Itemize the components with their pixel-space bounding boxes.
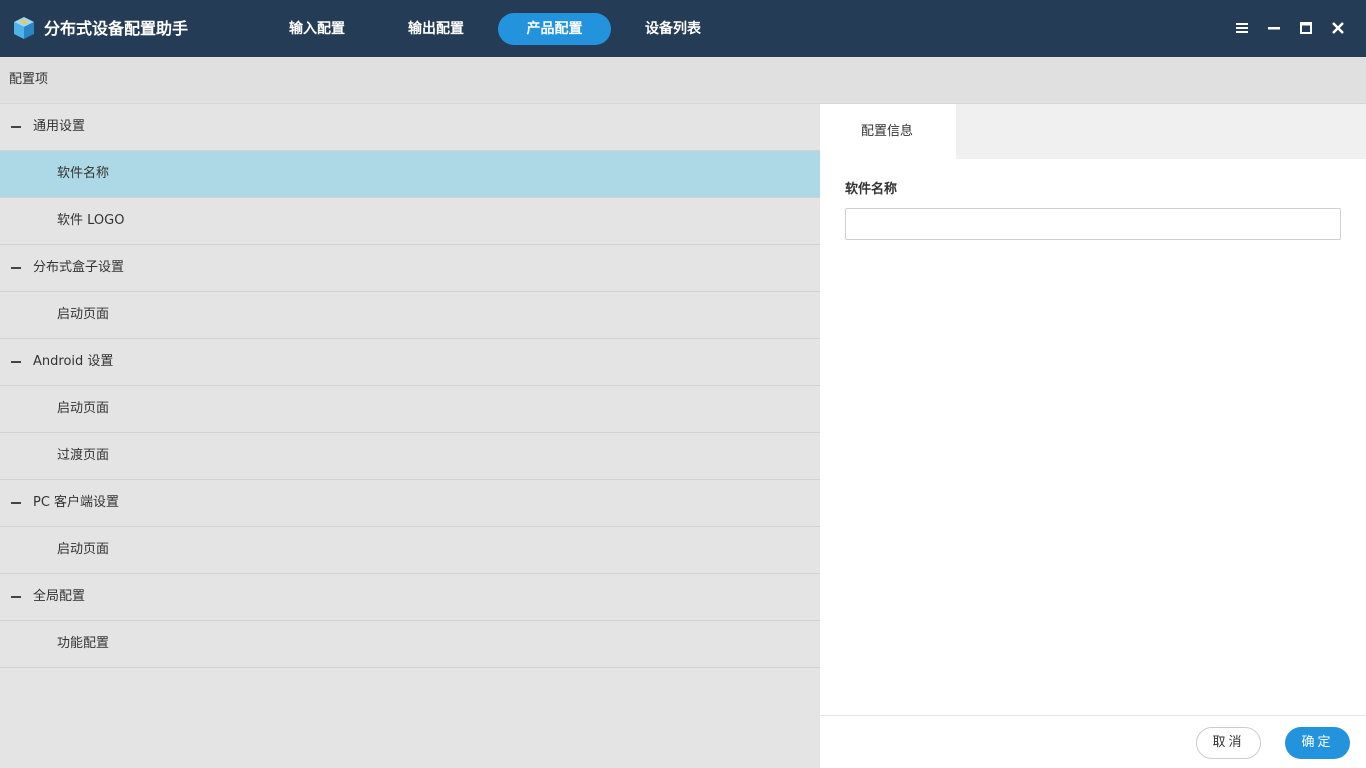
tree-item-box-startup-page[interactable]: 启动页面: [0, 292, 820, 339]
collapse-icon[interactable]: [10, 262, 22, 274]
cube-box-icon: [14, 17, 34, 39]
tree-item-label: 软件 LOGO: [57, 213, 125, 228]
tree-item-label: 启动页面: [57, 307, 110, 322]
collapse-icon[interactable]: [10, 497, 22, 509]
tab-config-info[interactable]: 配置信息: [820, 104, 956, 159]
tree-group-android[interactable]: Android 设置: [0, 339, 820, 386]
confirm-button[interactable]: 确定: [1285, 727, 1350, 759]
tree-group-general[interactable]: 通用设置: [0, 104, 820, 151]
close-icon[interactable]: [1328, 17, 1348, 39]
tree-item-label: 软件名称: [57, 166, 110, 181]
tree-item-label: 分布式盒子设置: [33, 260, 125, 275]
menu-icon[interactable]: [1232, 17, 1252, 39]
tree-item-feature-config[interactable]: 功能配置: [0, 621, 820, 668]
tree-item-label: 过渡页面: [57, 448, 110, 463]
cancel-button[interactable]: 取消: [1196, 727, 1261, 759]
tree-item-label: 全局配置: [33, 589, 86, 604]
maximize-icon[interactable]: [1296, 17, 1316, 39]
tree-item-label: 通用设置: [33, 119, 86, 134]
tab-output-config[interactable]: 输出配置: [387, 13, 485, 45]
tab-config-info-label: 配置信息: [861, 124, 914, 139]
tree-group-distributed-box[interactable]: 分布式盒子设置: [0, 245, 820, 292]
tree-group-pc-client[interactable]: PC 客户端设置: [0, 480, 820, 527]
panel-footer: 取消 确定: [820, 715, 1366, 768]
tree-item-software-name[interactable]: 软件名称: [0, 151, 820, 198]
title-bar: 分布式设备配置助手 输入配置 输出配置 产品配置 设备列表: [0, 0, 1366, 57]
software-name-input[interactable]: [845, 208, 1341, 240]
tree-item-label: Android 设置: [33, 354, 114, 369]
collapse-icon[interactable]: [10, 121, 22, 133]
config-tree: 通用设置 软件名称 软件 LOGO 分布式盒子设置 启动页面 Android 设…: [0, 104, 820, 768]
tree-item-label: 启动页面: [57, 401, 110, 416]
tab-input-config[interactable]: 输入配置: [268, 13, 366, 45]
minimize-icon[interactable]: [1264, 17, 1284, 39]
tab-product-config[interactable]: 产品配置: [498, 13, 611, 45]
software-name-label: 软件名称: [845, 182, 898, 197]
tree-item-android-startup-page[interactable]: 启动页面: [0, 386, 820, 433]
panel-tab-strip: 配置信息: [820, 104, 1366, 159]
config-items-header: 配置项: [0, 57, 1366, 104]
config-info-panel: 配置信息 软件名称 取消 确定: [820, 104, 1366, 768]
tree-item-label: 启动页面: [57, 542, 110, 557]
tree-item-label: PC 客户端设置: [33, 495, 120, 510]
collapse-icon[interactable]: [10, 591, 22, 603]
tree-item-pc-startup-page[interactable]: 启动页面: [0, 527, 820, 574]
config-items-title: 配置项: [9, 72, 49, 87]
tab-device-list[interactable]: 设备列表: [624, 13, 722, 45]
tree-item-label: 功能配置: [57, 636, 110, 651]
tree-group-global[interactable]: 全局配置: [0, 574, 820, 621]
collapse-icon[interactable]: [10, 356, 22, 368]
tree-item-software-logo[interactable]: 软件 LOGO: [0, 198, 820, 245]
tree-item-android-transition-page[interactable]: 过渡页面: [0, 433, 820, 480]
app-title: 分布式设备配置助手: [44, 19, 189, 38]
